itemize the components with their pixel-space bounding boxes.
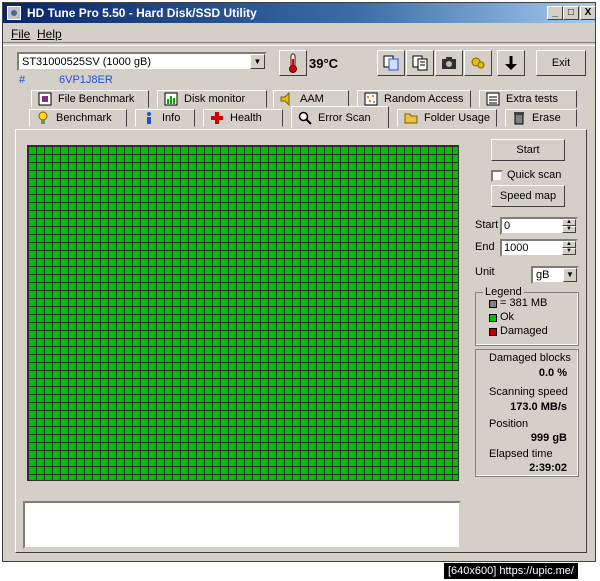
start-button[interactable]: Start <box>491 139 565 161</box>
legend-block-swatch <box>489 300 497 308</box>
window-title: HD Tune Pro 5.50 - Hard Disk/SSD Utility <box>27 6 257 20</box>
save-button[interactable] <box>497 50 525 76</box>
title-bar[interactable]: HD Tune Pro 5.50 - Hard Disk/SSD Utility… <box>3 3 596 23</box>
start-input[interactable]: 0 ▲ ▼ <box>500 217 578 235</box>
close-button[interactable]: X <box>580 6 596 20</box>
spin-down-icon[interactable]: ▼ <box>562 226 576 233</box>
trash-icon <box>512 111 526 125</box>
damaged-blocks-label: Damaged blocks <box>489 352 571 364</box>
speaker-icon <box>280 91 294 107</box>
serial-number: 6VP1J8ER <box>59 74 113 86</box>
elapsed-time-label: Elapsed time <box>489 448 553 460</box>
scan-block-map <box>27 145 459 481</box>
tab-erase[interactable]: Erase <box>505 109 577 127</box>
log-output <box>23 501 461 549</box>
thermometer-icon <box>279 50 307 76</box>
down-arrow-icon <box>505 56 517 70</box>
unit-select[interactable]: gB ▼ <box>531 266 579 284</box>
spin-down-icon[interactable]: ▼ <box>562 248 576 255</box>
menu-bar: File Help <box>3 24 595 42</box>
tab-health[interactable]: Health <box>203 109 283 127</box>
minimize-button[interactable]: _ <box>547 6 563 20</box>
spin-up-icon[interactable]: ▲ <box>562 219 576 226</box>
menu-help[interactable]: Help <box>37 27 62 41</box>
position-label: Position <box>489 418 529 430</box>
end-input[interactable]: 1000 ▲ ▼ <box>500 239 578 257</box>
screenshot-icon <box>442 57 456 69</box>
legend-damaged-label: Damaged <box>500 325 548 337</box>
serial-prefix: # <box>19 74 26 86</box>
unit-label: Unit <box>475 266 495 278</box>
maximize-button[interactable]: □ <box>563 6 579 20</box>
app-icon[interactable] <box>7 6 21 20</box>
scanning-speed-value: 173.0 MB/s <box>510 401 567 413</box>
health-cross-icon <box>210 111 224 125</box>
tab-file-benchmark[interactable]: File Benchmark <box>31 90 149 108</box>
tab-benchmark[interactable]: Benchmark <box>29 109 127 127</box>
quick-scan-checkbox[interactable] <box>491 170 503 182</box>
options-button[interactable] <box>464 50 492 76</box>
scanning-speed-label: Scanning speed <box>489 386 568 398</box>
drive-select[interactable]: ST31000525SV (1000 gB) ▼ <box>17 52 267 71</box>
extra-tests-icon <box>486 92 500 106</box>
end-field-label: End <box>475 241 495 253</box>
image-host-caption: [640x600] https://upic.me/ <box>444 563 578 579</box>
quick-scan-label: Quick scan <box>507 169 562 181</box>
start-field-label: Start <box>475 219 499 231</box>
spin-up-icon[interactable]: ▲ <box>562 241 576 248</box>
temperature-readout: 39°C <box>309 56 339 71</box>
legend-ok-swatch <box>489 314 497 322</box>
legend-block-size: = 381 MB <box>500 297 548 309</box>
copy-all-button[interactable] <box>406 50 434 76</box>
drive-select-value: ST31000525SV (1000 gB) <box>22 56 152 68</box>
legend-damaged-swatch <box>489 328 497 336</box>
screenshot-button[interactable] <box>435 50 463 76</box>
chevron-down-icon[interactable]: ▼ <box>563 268 577 282</box>
elapsed-time-value: 2:39:02 <box>529 462 567 474</box>
chevron-down-icon[interactable]: ▼ <box>250 54 265 69</box>
tab-error-scan[interactable]: Error Scan <box>291 106 389 128</box>
options-icon <box>471 57 485 69</box>
app-window: HD Tune Pro 5.50 - Hard Disk/SSD Utility… <box>2 2 596 562</box>
file-benchmark-icon <box>38 92 52 106</box>
exit-button[interactable]: Exit <box>536 50 586 76</box>
bulb-icon <box>36 111 50 125</box>
tab-info[interactable]: Info <box>135 109 195 127</box>
tab-extra-tests[interactable]: Extra tests <box>479 90 577 108</box>
speed-map-button[interactable]: Speed map <box>491 185 565 207</box>
disk-monitor-icon <box>164 92 178 106</box>
menu-file[interactable]: File <box>11 27 30 41</box>
copy-info-button[interactable] <box>377 50 405 76</box>
info-icon <box>142 111 156 125</box>
folder-icon <box>404 111 418 125</box>
legend-ok-label: Ok <box>500 311 515 323</box>
menu-separator <box>3 42 595 46</box>
tab-disk-monitor[interactable]: Disk monitor <box>157 90 267 108</box>
copy-info-icon <box>383 55 399 71</box>
damaged-blocks-value: 0.0 % <box>538 367 567 379</box>
magnifier-icon <box>298 111 312 125</box>
position-value: 999 gB <box>530 432 567 444</box>
random-access-icon <box>364 92 378 106</box>
copy-all-icon <box>412 55 428 71</box>
tab-folder-usage[interactable]: Folder Usage <box>397 109 497 127</box>
